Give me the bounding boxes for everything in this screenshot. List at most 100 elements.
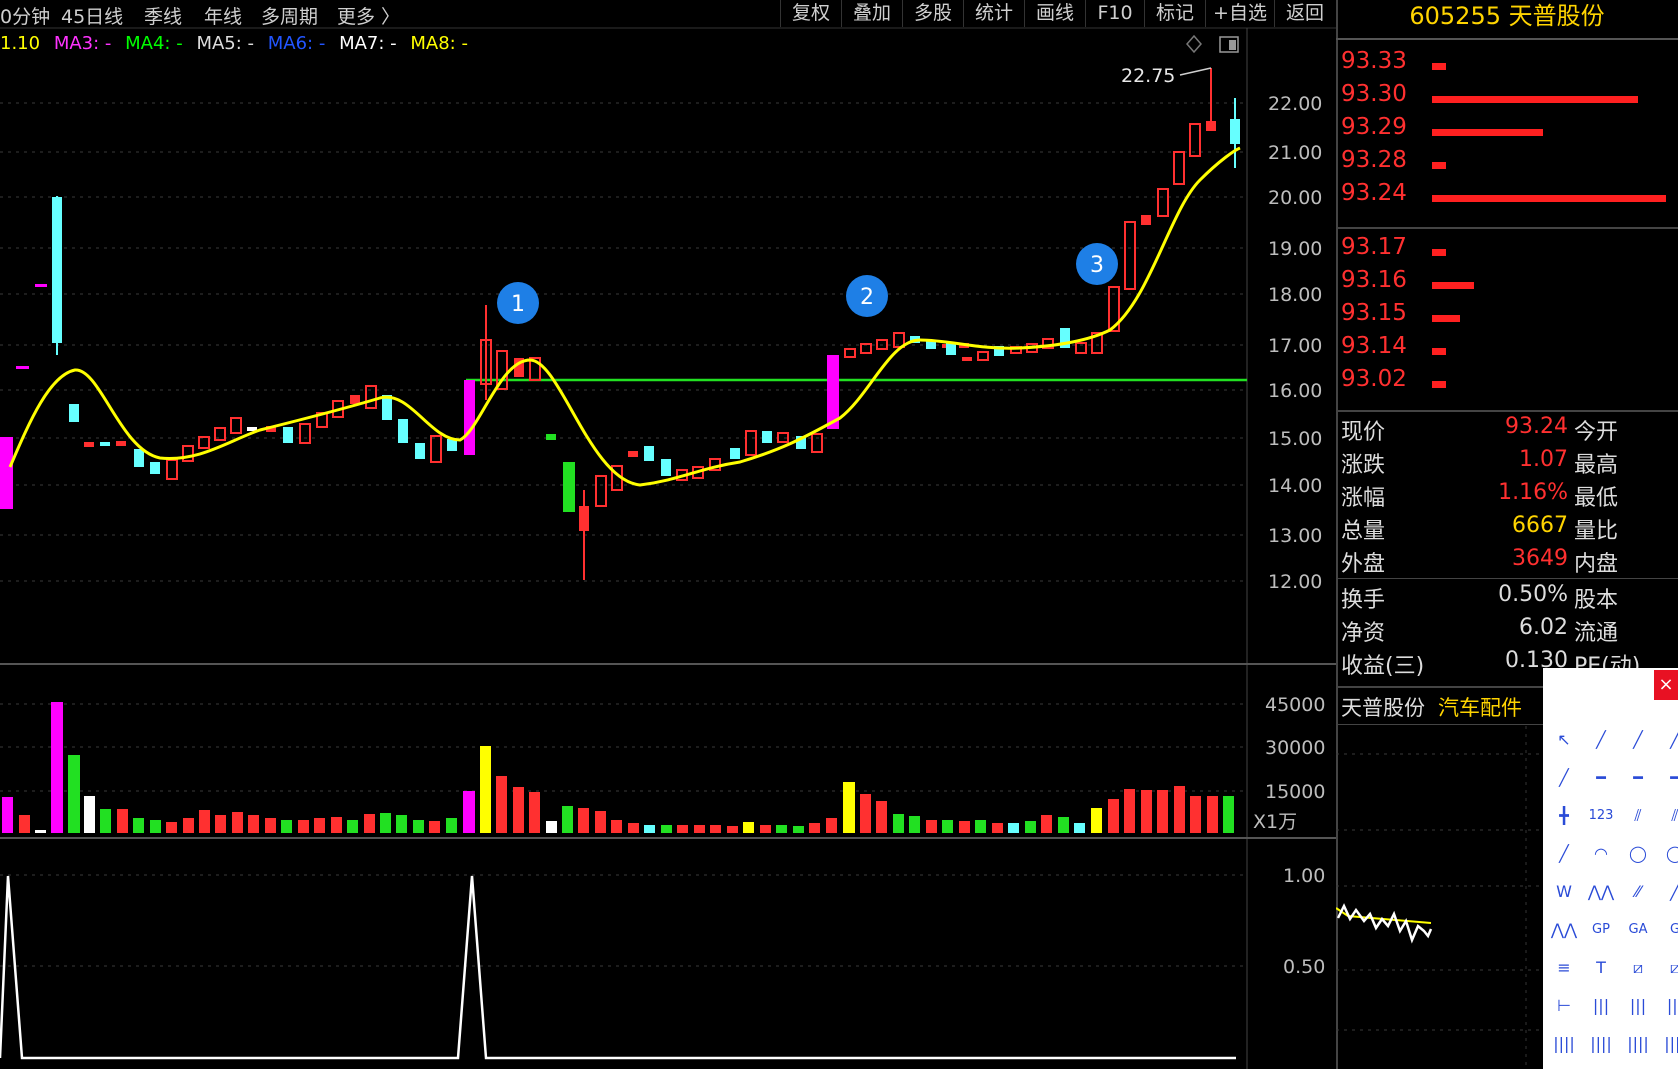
order-price: 93.29 xyxy=(1341,114,1407,140)
quote-label: 外盘 xyxy=(1341,552,1386,577)
ga-tool-icon[interactable]: GA xyxy=(1623,916,1653,944)
volume-tick: 30000 xyxy=(1265,737,1325,759)
bar-pattern-icon[interactable]: |||| xyxy=(1623,1030,1653,1058)
indicator-tick: 1.00 xyxy=(1283,865,1325,887)
panel-toggle-icon[interactable] xyxy=(1219,36,1239,53)
divider xyxy=(1336,578,1678,579)
bar-pattern-icon[interactable]: |||| xyxy=(1586,1030,1616,1058)
quote-label: 总量 xyxy=(1341,519,1386,544)
volume-tick: 45000 xyxy=(1265,694,1325,716)
percent-lines-icon[interactable]: ≡ xyxy=(1549,954,1579,982)
ellipse-icon[interactable]: ◯ xyxy=(1660,840,1678,868)
marker-3[interactable]: 3 xyxy=(1076,243,1118,285)
kline-chart[interactable]: 22.75 1 2 3 22.00 21.00 20.00 19.00 18.0… xyxy=(0,0,1336,1069)
svg-text:1: 1 xyxy=(511,292,525,317)
horizontal-segment-icon[interactable]: ━ xyxy=(1586,764,1616,792)
order-volume-bar xyxy=(1432,249,1446,256)
price-tick: 14.00 xyxy=(1268,475,1322,497)
volume-bars xyxy=(2,702,1234,833)
order-price: 93.14 xyxy=(1341,333,1407,359)
bar-pattern-icon[interactable]: |||| xyxy=(1660,1030,1678,1058)
line-tool-icon[interactable]: ╱ xyxy=(1586,726,1616,754)
cursor-icon[interactable]: ↖ xyxy=(1549,726,1579,754)
price-tick: 22.00 xyxy=(1268,93,1322,115)
quote-label: 收益(三) xyxy=(1341,654,1425,679)
stock-code: 605255 xyxy=(1409,2,1501,30)
diamond-icon[interactable] xyxy=(1186,34,1202,54)
text-tool-icon[interactable]: T xyxy=(1586,954,1616,982)
speed-line-icon[interactable]: ╱ xyxy=(1660,878,1678,906)
peak-pattern-icon[interactable]: ⋀⋀ xyxy=(1549,916,1579,944)
zigzag-icon[interactable]: ⁄⁄ xyxy=(1623,878,1653,906)
volume-unit: X1万 xyxy=(1253,811,1297,833)
order-price: 93.24 xyxy=(1341,180,1407,206)
price-tick: 12.00 xyxy=(1268,571,1322,593)
channel-icon[interactable]: ⫽ xyxy=(1660,802,1678,830)
high-annotation: 22.75 xyxy=(1121,65,1175,87)
ray-tool-icon[interactable]: ╱ xyxy=(1623,726,1653,754)
order-volume-bar xyxy=(1432,129,1543,136)
candles xyxy=(0,68,1240,580)
parallel-lines-icon[interactable]: ⫽ xyxy=(1623,802,1653,830)
time-zone-icon[interactable]: ||| xyxy=(1623,992,1653,1020)
stock-name: 天普股份 xyxy=(1508,2,1605,30)
arc-icon[interactable]: ◠ xyxy=(1586,840,1616,868)
indicator-line xyxy=(0,875,1236,1060)
quote-right-label: 最低 xyxy=(1574,486,1619,511)
close-icon[interactable]: × xyxy=(1654,670,1678,700)
fan-lines-icon[interactable]: ⧄ xyxy=(1623,954,1653,982)
price-tick: 21.00 xyxy=(1268,142,1322,164)
vertical-line-icon[interactable]: ╋ xyxy=(1549,802,1579,830)
ma-line xyxy=(8,146,1241,487)
segment-tool-icon[interactable]: ╱ xyxy=(1660,726,1678,754)
bar-pattern-icon[interactable]: |||| xyxy=(1549,1030,1579,1058)
price-gridlines xyxy=(0,102,1247,582)
marker-2[interactable]: 2 xyxy=(846,275,888,317)
order-price: 93.02 xyxy=(1341,366,1407,392)
horizontal-line-icon[interactable]: ━ xyxy=(1660,764,1678,792)
quote-value: 6.02 xyxy=(1519,615,1568,640)
divider xyxy=(1336,227,1678,229)
svg-text:3: 3 xyxy=(1090,253,1104,278)
fibonacci-time-icon[interactable]: ||| xyxy=(1586,992,1616,1020)
quote-stats: 现价 93.24 今开 涨跌 1.07 最高 涨幅 1.16% 最低 总量 66… xyxy=(1336,414,1678,680)
order-price: 93.15 xyxy=(1341,300,1407,326)
horizontal-ray-icon[interactable]: ━ xyxy=(1623,764,1653,792)
quote-value: 1.16% xyxy=(1498,480,1568,505)
quote-label: 净资 xyxy=(1341,621,1386,646)
quote-label: 涨幅 xyxy=(1341,486,1386,511)
marker-1[interactable]: 1 xyxy=(497,282,539,324)
fan-arc-icon[interactable]: ⧄ xyxy=(1660,954,1678,982)
wave-count-icon[interactable]: 123 xyxy=(1586,802,1616,830)
quote-value: 3649 xyxy=(1512,546,1568,571)
quote-right-label: 内盘 xyxy=(1574,552,1619,577)
circle-icon[interactable]: ◯ xyxy=(1623,840,1653,868)
quote-value: 93.24 xyxy=(1505,414,1568,439)
period-lines-icon[interactable]: ⊢ xyxy=(1549,992,1579,1020)
quote-right-label: 最高 xyxy=(1574,453,1619,478)
price-tick: 18.00 xyxy=(1268,284,1322,306)
quote-right-label: 量比 xyxy=(1574,519,1619,544)
order-volume-bar xyxy=(1432,162,1446,169)
order-volume-bar xyxy=(1432,63,1446,70)
order-volume-bar xyxy=(1432,282,1474,289)
quote-label: 换手 xyxy=(1341,588,1386,613)
quote-label: 现价 xyxy=(1341,420,1386,445)
w-pattern-icon[interactable]: W xyxy=(1549,878,1579,906)
price-tick: 20.00 xyxy=(1268,187,1322,209)
g-tool-icon[interactable]: G xyxy=(1660,916,1678,944)
order-volume-bar xyxy=(1432,195,1666,202)
trend-line-icon[interactable]: ╱ xyxy=(1549,764,1579,792)
quote-right-label: 流通 xyxy=(1574,621,1619,646)
order-price: 93.33 xyxy=(1341,48,1407,74)
angle-line-icon[interactable]: ╱ xyxy=(1549,840,1579,868)
tab-sector[interactable]: 汽车配件 xyxy=(1438,692,1522,722)
order-volume-bar xyxy=(1432,315,1460,322)
cycle-lines-icon[interactable]: ||| xyxy=(1660,992,1678,1020)
gp-tool-icon[interactable]: GP xyxy=(1586,916,1616,944)
order-price: 93.16 xyxy=(1341,267,1407,293)
tab-stock-name[interactable]: 天普股份 xyxy=(1341,692,1425,722)
price-tick: 17.00 xyxy=(1268,335,1322,357)
m-pattern-icon[interactable]: ⋀⋀ xyxy=(1586,878,1616,906)
price-tick: 16.00 xyxy=(1268,380,1322,402)
